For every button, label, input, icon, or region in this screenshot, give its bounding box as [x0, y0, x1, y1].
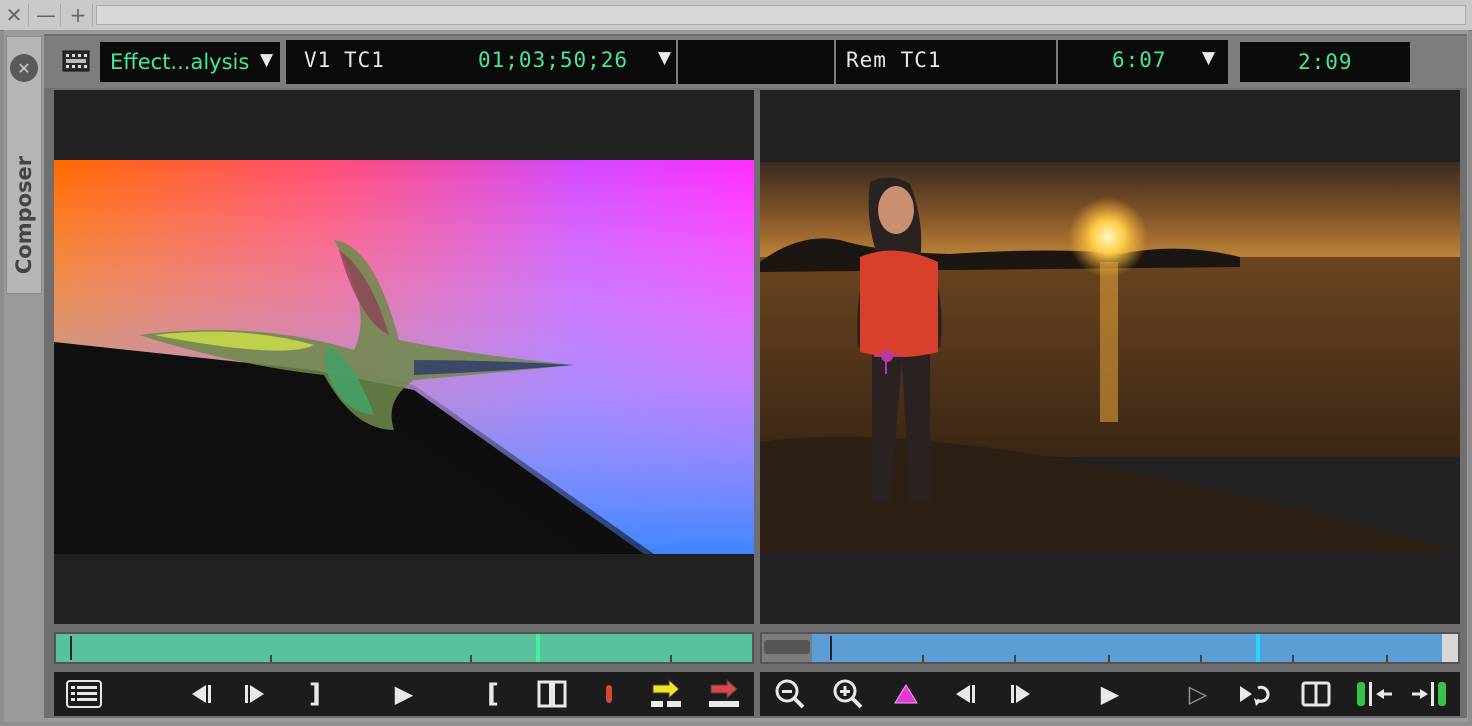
film-strip-icon[interactable] [62, 49, 90, 73]
title-bar: ✕ — + [0, 0, 1472, 31]
add-keyframe-icon [894, 684, 918, 704]
close-icon: ✕ [17, 59, 31, 78]
scrub-tick [1200, 655, 1202, 662]
maximize-window-button[interactable]: + [64, 4, 93, 26]
scrub-tick [1014, 655, 1016, 662]
clear-marks-icon [537, 680, 567, 708]
split-view-icon [1301, 681, 1331, 707]
source-play-button[interactable]: ▶ [384, 676, 424, 712]
sunset-beach-with-woman-image [760, 162, 1460, 552]
step-forward-icon [245, 685, 264, 703]
clear-marks-button[interactable] [532, 676, 572, 712]
dropdown-arrow-icon: ▼ [1202, 48, 1216, 68]
source-timecode-display[interactable]: V1 TC1 01;03;50;26 ▼ [286, 40, 676, 84]
record-play-button[interactable]: ▶ [1090, 676, 1130, 712]
record-start-marker [830, 636, 832, 660]
splice-in-button[interactable] [646, 676, 686, 712]
blank-display [678, 40, 834, 84]
vectorscope-3d-analysis-image [54, 160, 754, 554]
record-tc-label-display[interactable]: Rem TC1 [836, 40, 1056, 84]
close-panel-button[interactable]: ✕ [10, 54, 38, 82]
clip-list-icon [66, 680, 102, 708]
record-position-display[interactable]: 2:09 [1240, 42, 1410, 82]
step-back-icon [956, 685, 975, 703]
mark-in-bracket-icon: [ [487, 679, 499, 709]
splice-in-icon [651, 679, 681, 707]
window-title-field [96, 5, 1466, 25]
source-position-indicator[interactable] [536, 634, 540, 662]
record-duration-value: 6:07 [1112, 48, 1167, 72]
record-viewer[interactable] [760, 90, 1460, 624]
add-keyframe-button[interactable] [886, 676, 926, 712]
record-frame-image [760, 162, 1460, 552]
play-icon: ▶ [1100, 680, 1120, 708]
play-preview-button[interactable]: ▷ [1180, 676, 1216, 712]
scrub-tick [1108, 655, 1110, 662]
minimize-icon: — [36, 3, 56, 27]
step-forward-button[interactable] [236, 676, 276, 712]
scrub-tick [270, 655, 272, 662]
step-back-icon [192, 685, 211, 703]
play-icon: ▶ [394, 680, 414, 708]
step-forward-icon [1011, 685, 1030, 703]
effect-select-value: Effect...alysis [110, 50, 250, 74]
record-bar-end [1442, 634, 1458, 662]
play-loop-button[interactable] [1236, 676, 1276, 712]
source-tc-label: TC1 [344, 48, 385, 72]
scrub-tick [470, 655, 472, 662]
dropdown-arrow-icon: ▼ [260, 50, 274, 70]
record-tc-label: Rem TC1 [846, 48, 942, 72]
split-view-button[interactable] [1296, 676, 1336, 712]
record-step-back-button[interactable] [944, 676, 984, 712]
overwrite-button[interactable] [704, 676, 744, 712]
step-back-button[interactable] [180, 676, 220, 712]
zoom-out-button[interactable] [770, 676, 810, 712]
close-window-button[interactable]: ✕ [0, 4, 29, 26]
scrub-tick [1386, 655, 1388, 662]
play-preview-icon: ▷ [1188, 680, 1208, 708]
record-step-forward-button[interactable] [1002, 676, 1042, 712]
maximize-icon: + [69, 3, 87, 27]
trim-left-icon [1357, 682, 1392, 706]
scrub-tick [1292, 655, 1294, 662]
close-icon: ✕ [5, 3, 23, 27]
scrub-tick [670, 655, 672, 662]
source-frame-image [54, 160, 754, 554]
play-loop-icon [1240, 685, 1270, 706]
mark-clip-button[interactable] [596, 676, 622, 712]
record-position-bar[interactable] [760, 632, 1460, 664]
zoom-in-button[interactable] [828, 676, 868, 712]
scrub-tick [922, 655, 924, 662]
clip-list-button[interactable] [64, 676, 104, 712]
effect-select[interactable]: Effect...alysis ▼ [100, 42, 280, 82]
record-position-value: 2:09 [1298, 50, 1353, 74]
record-position-indicator[interactable] [1256, 634, 1260, 662]
zoom-in-icon [833, 679, 863, 709]
source-start-marker [70, 636, 72, 660]
mark-out-bracket-icon: ] [309, 679, 321, 709]
source-track-label: V1 [304, 48, 332, 72]
mark-clip-icon [606, 685, 612, 703]
overwrite-icon [709, 679, 739, 707]
source-timecode-value: 01;03;50;26 [478, 48, 629, 72]
zoom-out-icon [775, 679, 805, 709]
dropdown-arrow-icon: ▼ [658, 48, 672, 68]
mark-out-button[interactable]: ] [300, 676, 330, 712]
trim-right-icon [1412, 682, 1446, 706]
minimize-window-button[interactable]: — [32, 4, 61, 26]
trim-left-button[interactable] [1352, 676, 1396, 712]
trim-right-button[interactable] [1408, 676, 1452, 712]
scrub-handle[interactable] [764, 640, 810, 654]
composer-tab-label: Composer [12, 155, 36, 275]
record-duration-display[interactable]: 6:07 ▼ [1058, 40, 1228, 84]
source-viewer[interactable] [54, 90, 754, 624]
source-position-bar[interactable] [54, 632, 754, 664]
mark-in-button[interactable]: [ [478, 676, 508, 712]
